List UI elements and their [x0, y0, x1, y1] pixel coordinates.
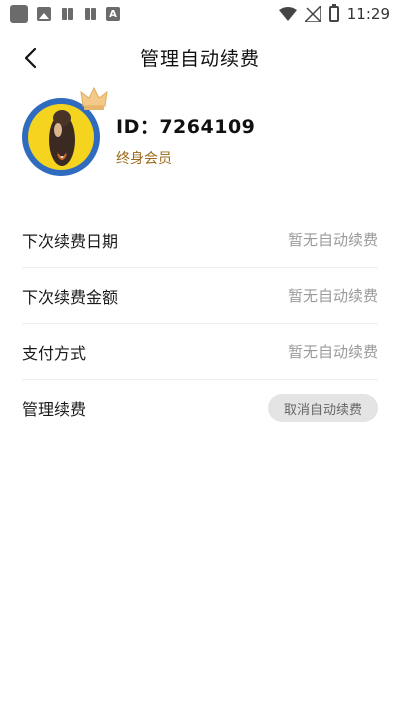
- notification-icons: A: [10, 5, 120, 23]
- list-item-next-renewal-date: 下次续费日期 暂无自动续费: [22, 212, 378, 268]
- cancel-auto-renewal-button[interactable]: 取消自动续费: [267, 394, 378, 422]
- font-icon-letter: A: [109, 8, 117, 20]
- row-value: 暂无自动续费: [287, 287, 378, 305]
- row-label: 下次续费日期: [22, 231, 119, 251]
- title-bar: 管理自动续费: [0, 36, 400, 80]
- membership-status: 终身会员: [116, 151, 172, 167]
- avatar-image: [28, 104, 94, 170]
- status-bar: A 11:29: [0, 0, 400, 28]
- no-signal-icon: [304, 6, 321, 22]
- avatar-illustration: [49, 110, 75, 166]
- row-label: 下次续费金额: [22, 287, 119, 307]
- avatar[interactable]: [22, 86, 108, 180]
- page-title: 管理自动续费: [139, 48, 260, 70]
- list-item-payment-method: 支付方式 暂无自动续费: [22, 324, 378, 380]
- profile-card: ID：7264109 终身会员: [22, 86, 382, 180]
- wifi-icon: [278, 7, 297, 21]
- app-icon: [10, 5, 28, 23]
- battery-charging-icon: [328, 4, 339, 22]
- list-item-next-renewal-amount: 下次续费金额 暂无自动续费: [22, 268, 378, 324]
- system-icons: 11:29: [278, 4, 390, 23]
- user-id: ID：7264109: [116, 116, 256, 138]
- row-label: 支付方式: [22, 343, 87, 363]
- font-icon: A: [106, 7, 120, 21]
- cards-icon: [60, 7, 74, 21]
- list-item-manage-renewal: 管理续费 取消自动续费: [22, 380, 378, 436]
- cards-icon: [83, 7, 97, 21]
- image-icon: [37, 7, 51, 21]
- manage-auto-renewal-screen: A 11:29 管理自动续费 ID：7264109 终身会员 下次续费日期 暂无…: [0, 0, 400, 711]
- clock: 11:29: [346, 5, 390, 23]
- crown-icon: [80, 86, 108, 110]
- row-label: 管理续费: [22, 400, 87, 419]
- row-value: 暂无自动续费: [287, 231, 378, 249]
- row-value: 暂无自动续费: [287, 343, 378, 361]
- renewal-info-list: 下次续费日期 暂无自动续费 下次续费金额 暂无自动续费 支付方式 暂无自动续费 …: [22, 212, 378, 436]
